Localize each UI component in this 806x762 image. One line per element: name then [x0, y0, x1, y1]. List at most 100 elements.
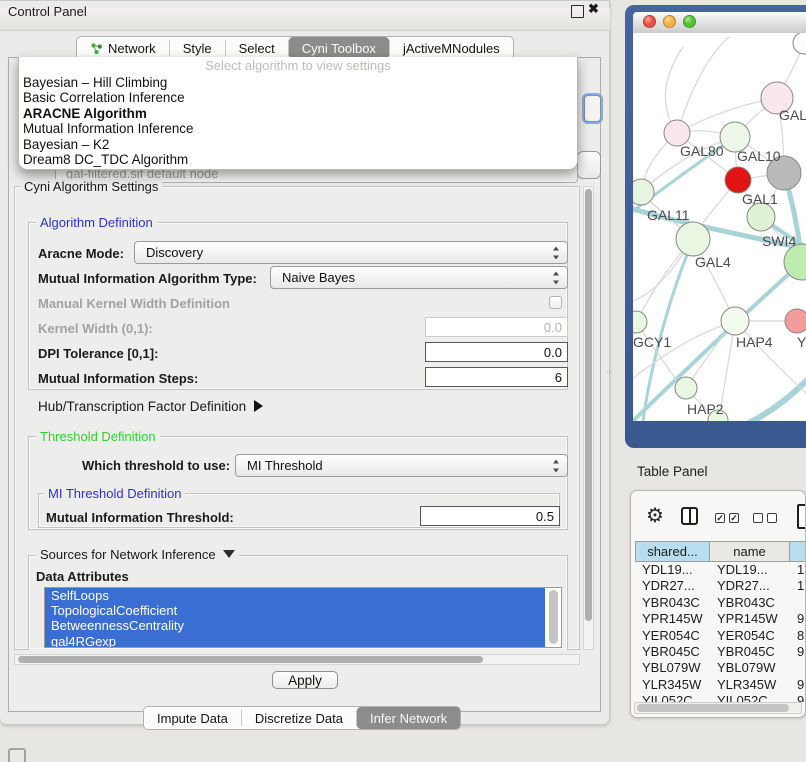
- refresh-button-partial[interactable]: [584, 95, 601, 122]
- algorithm-popup-prompt: Select algorithm to view settings: [19, 57, 577, 75]
- tab-discretize-data[interactable]: Discretize Data: [242, 707, 356, 729]
- node-label: HAP2: [687, 401, 724, 417]
- attribute-list-scrollbar[interactable]: [549, 590, 558, 644]
- control-panel-title: Control Panel: [8, 4, 87, 19]
- mi-steps-field[interactable]: 6: [425, 367, 568, 387]
- attribute-item[interactable]: TopologicalCoefficient: [45, 603, 545, 618]
- node-gal4[interactable]: [676, 222, 710, 256]
- network-edge[interactable]: [633, 323, 731, 378]
- sources-expander[interactable]: Sources for Network Inference: [36, 547, 239, 562]
- algorithm-option[interactable]: Basic Correlation Inference: [19, 90, 577, 105]
- table-panel-window: ⚙ ✓✓ shared...name YDL19...YDL19...13YDR…: [630, 490, 806, 718]
- settings-vertical-scrollbar[interactable]: [583, 186, 594, 650]
- node-gal11[interactable]: [633, 179, 654, 205]
- data-attributes-list[interactable]: SelfLoopsTopologicalCoefficientBetweenne…: [44, 587, 562, 648]
- kernel-width-field[interactable]: 0.0: [425, 317, 568, 337]
- apply-button[interactable]: Apply: [272, 671, 338, 689]
- table-cell: YPR145W: [710, 611, 790, 627]
- node-hap2[interactable]: [675, 377, 697, 399]
- unselect-all-columns-icon[interactable]: [753, 513, 777, 523]
- table-cell: YLR345W: [635, 677, 710, 693]
- column-header-3[interactable]: [790, 541, 806, 562]
- panel-splitter-handle[interactable]: ⁘: [606, 368, 611, 377]
- table-cell: YPR145W: [635, 611, 710, 627]
- node-hap4[interactable]: [721, 307, 749, 335]
- stepper-arrows-icon: [551, 459, 560, 472]
- table-row[interactable]: YBR043CYBR043C: [635, 595, 806, 611]
- tab-infer-network[interactable]: Infer Network: [357, 707, 460, 729]
- network-window-titlebar[interactable]: [633, 12, 806, 33]
- tab-jactivemnodules[interactable]: jActiveMNodules: [390, 37, 513, 59]
- settings-horizontal-scrollbar[interactable]: [14, 654, 580, 665]
- mi-type-label: Mutual Information Algorithm Type:: [38, 271, 257, 286]
- algorithm-option[interactable]: Dream8 DC_TDC Algorithm: [19, 152, 577, 167]
- table-cell: YBL079W: [635, 660, 710, 676]
- gear-icon[interactable]: ⚙: [646, 503, 664, 528]
- which-threshold-select[interactable]: MI Threshold: [235, 454, 568, 477]
- column-header-1[interactable]: shared...: [635, 541, 710, 562]
- tab-label: Infer Network: [370, 711, 447, 726]
- table-row[interactable]: YDR27...YDR27...12: [635, 578, 806, 594]
- table-mode-icon[interactable]: [797, 504, 806, 529]
- float-panel-icon[interactable]: [571, 5, 584, 18]
- table-cell: [790, 660, 806, 676]
- attribute-item[interactable]: gal4RGexp: [45, 634, 545, 648]
- algorithm-definition-title: Algorithm Definition: [36, 215, 157, 230]
- node-gcy1[interactable]: [633, 311, 647, 333]
- node-salmon[interactable]: [785, 309, 806, 333]
- table-cell: YDL19...: [635, 562, 710, 578]
- close-panel-icon[interactable]: ✖: [588, 1, 599, 17]
- close-window-icon[interactable]: [643, 15, 656, 28]
- network-edge[interactable]: [745, 381, 806, 421]
- select-all-columns-icon[interactable]: ✓✓: [715, 513, 739, 523]
- minimize-window-icon[interactable]: [663, 15, 676, 28]
- table-row[interactable]: YER054CYER054C8.: [635, 628, 806, 644]
- table-row[interactable]: YLR345WYLR345W9.: [635, 677, 806, 693]
- minimized-panel-button[interactable]: [8, 748, 26, 762]
- network-edge[interactable]: [677, 37, 729, 133]
- tab-label: Style: [183, 41, 212, 56]
- table-cell: 9.: [790, 611, 806, 627]
- tab-impute-data[interactable]: Impute Data: [144, 707, 241, 729]
- aracne-mode-select[interactable]: Discovery: [134, 241, 568, 264]
- node-red[interactable]: [725, 167, 751, 193]
- algorithm-option[interactable]: Bayesian – Hill Climbing: [19, 75, 577, 90]
- tab-select[interactable]: Select: [226, 37, 288, 59]
- dpi-tolerance-label: DPI Tolerance [0,1]:: [38, 346, 158, 361]
- table-horizontal-scrollbar[interactable]: [634, 702, 802, 714]
- columns-icon[interactable]: [681, 507, 698, 525]
- sources-title: Sources for Network Inference: [40, 547, 216, 562]
- table-row[interactable]: YBL079WYBL079W: [635, 660, 806, 676]
- network-canvas[interactable]: GALGAL80GAL10GAL11GAL1SWI4GAL4GCY1HAP4YH…: [633, 33, 806, 421]
- tab-style[interactable]: Style: [170, 37, 225, 59]
- tab-cyni-toolbox[interactable]: Cyni Toolbox: [289, 37, 389, 59]
- tab-network[interactable]: Network: [77, 37, 169, 59]
- table-body: YDL19...YDL19...13YDR27...YDR27...12YBR0…: [635, 562, 806, 702]
- algorithm-option[interactable]: ARACNE Algorithm: [19, 106, 577, 121]
- zoom-window-icon[interactable]: [683, 15, 696, 28]
- algorithm-option[interactable]: Mutual Information Inference: [19, 121, 577, 136]
- table-row[interactable]: YPR145WYPR145W9.: [635, 611, 806, 627]
- dpi-tolerance-field[interactable]: 0.0: [425, 342, 568, 362]
- mi-type-select[interactable]: Naive Bayes: [270, 266, 568, 289]
- kernel-width-label: Kernel Width (0,1):: [38, 321, 153, 336]
- attribute-item[interactable]: BetweennessCentrality: [45, 618, 545, 633]
- table-cell: YBL079W: [710, 660, 790, 676]
- hub-definition-expander[interactable]: Hub/Transcription Factor Definition: [38, 399, 263, 414]
- manual-kernel-checkbox[interactable]: [549, 296, 562, 309]
- node-gal1-swi4[interactable]: [747, 203, 775, 231]
- hub-definition-label: Hub/Transcription Factor Definition: [38, 399, 246, 414]
- column-header-2[interactable]: name: [710, 541, 790, 562]
- mi-threshold-field[interactable]: 0.5: [420, 506, 560, 526]
- node-top-corner[interactable]: [793, 33, 806, 54]
- partial-button[interactable]: [577, 151, 601, 179]
- table-row[interactable]: YBR045CYBR045C9.: [635, 644, 806, 660]
- table-row[interactable]: YIL052CYIL052C9: [635, 693, 806, 702]
- tab-label: Discretize Data: [255, 711, 343, 726]
- table-row[interactable]: YDL19...YDL19...13: [635, 562, 806, 578]
- table-cell: YBR045C: [635, 644, 710, 660]
- algorithm-option[interactable]: Bayesian – K2: [19, 137, 577, 152]
- aracne-mode-label: Aracne Mode:: [38, 246, 124, 261]
- attribute-item[interactable]: SelfLoops: [45, 588, 545, 603]
- table-cell: YLR345W: [710, 677, 790, 693]
